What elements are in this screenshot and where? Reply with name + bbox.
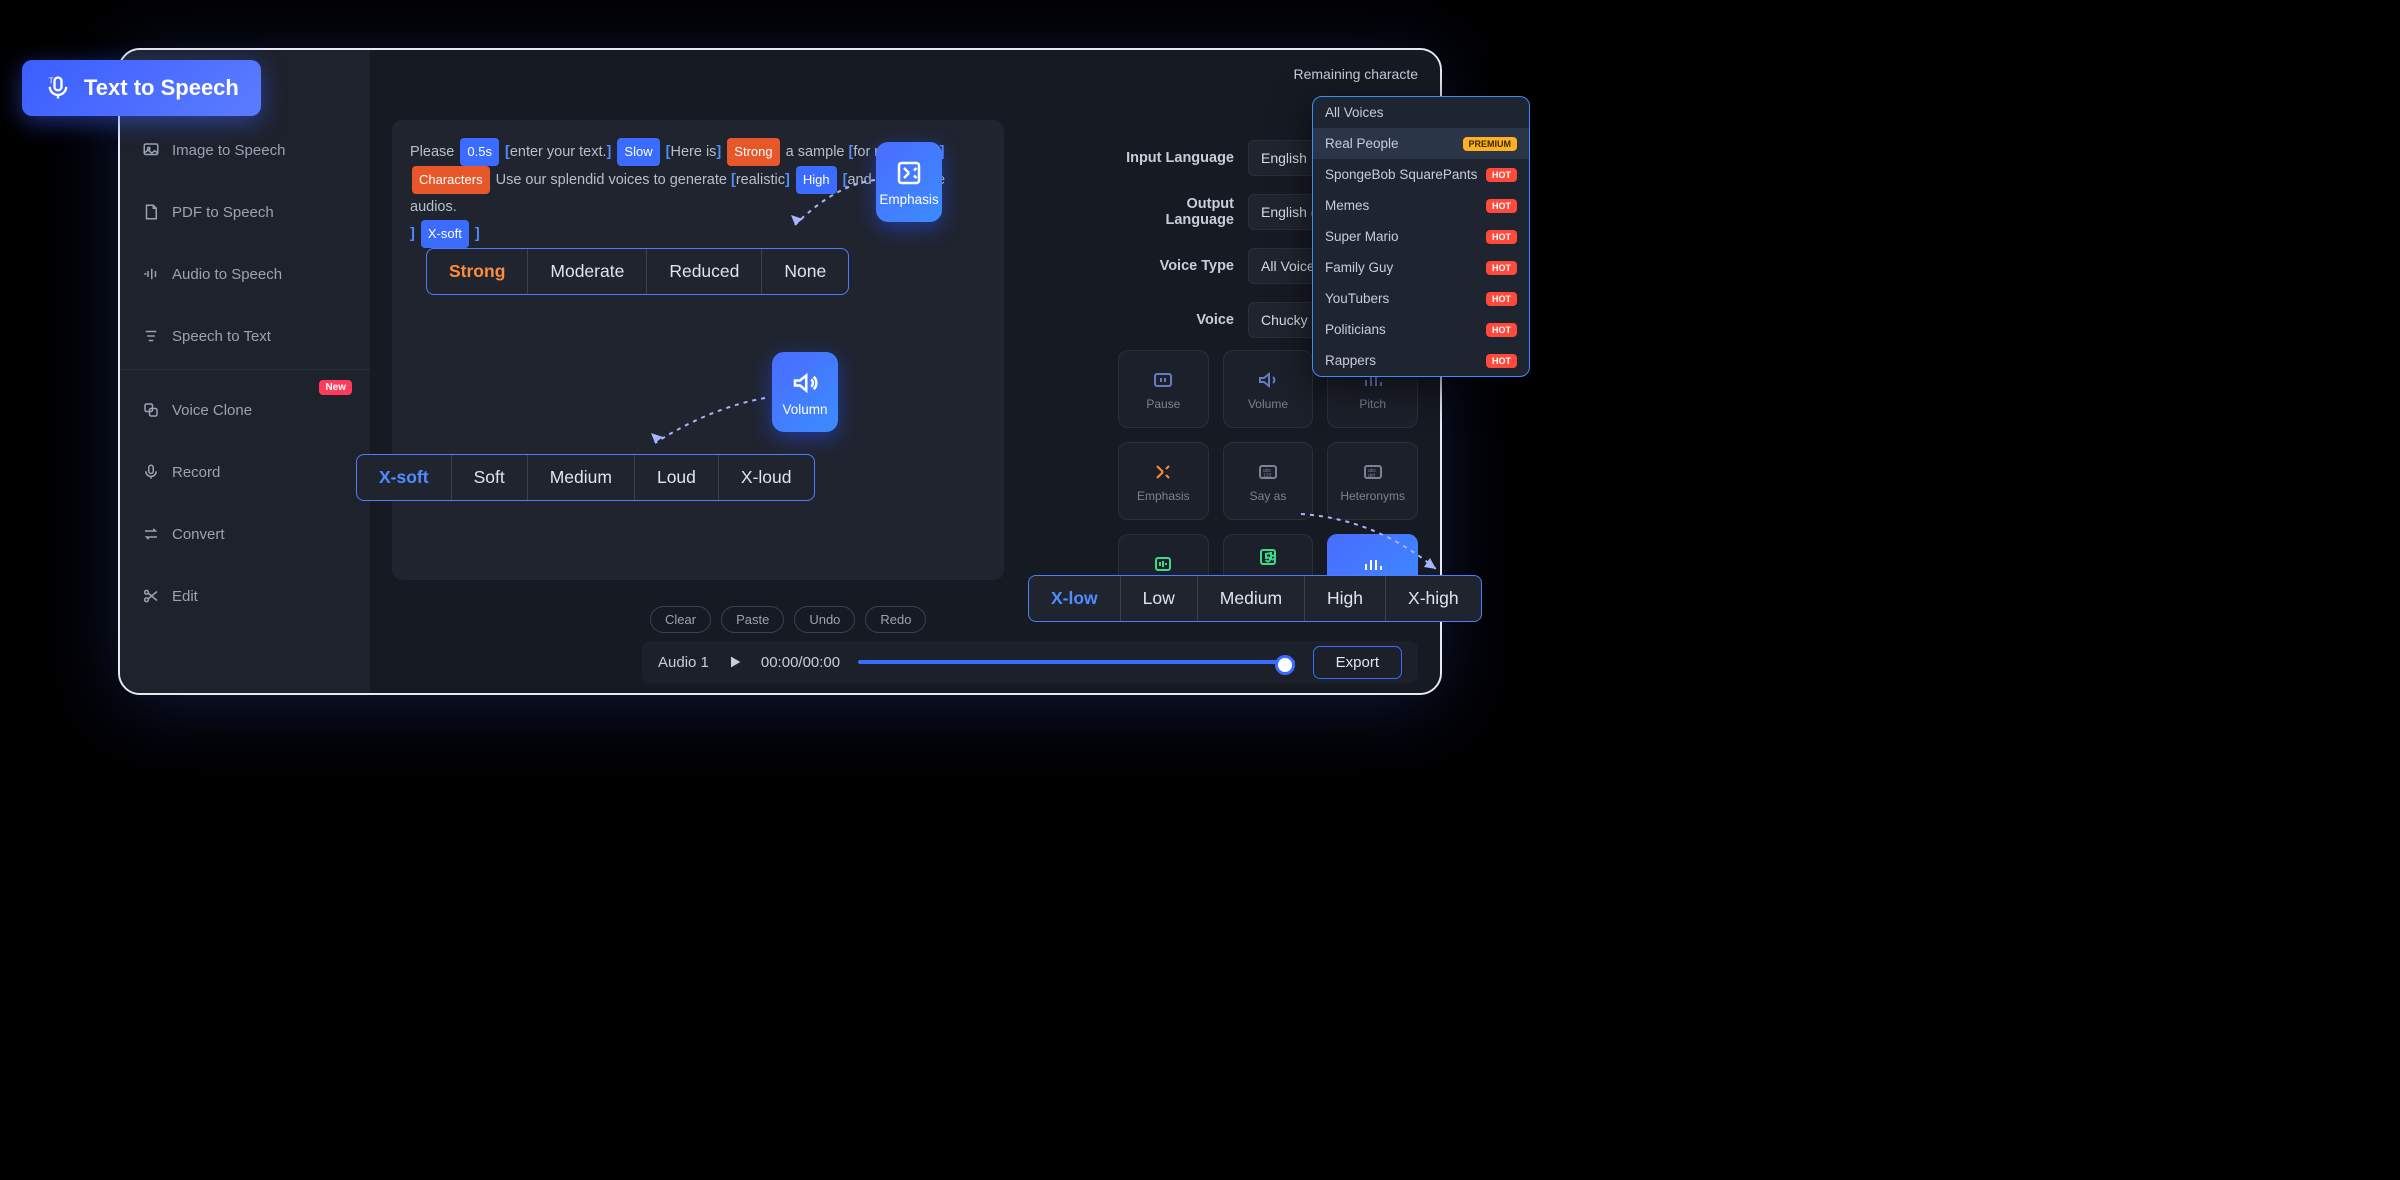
image-icon: [142, 141, 160, 159]
audio-time: 00:00/00:00: [761, 654, 840, 671]
svg-text:def: def: [1368, 473, 1376, 479]
sidebar-item-label: Record: [172, 464, 220, 481]
stt-icon: [142, 327, 160, 345]
emphasis-pill[interactable]: Strong: [727, 138, 779, 166]
convert-icon: [142, 525, 160, 543]
sidebar-item-label: Speech to Text: [172, 328, 271, 345]
opt-xsoft[interactable]: X-soft: [357, 455, 452, 500]
sidebar-item-record[interactable]: Record: [120, 450, 370, 494]
sidebar-item-convert[interactable]: Convert: [120, 512, 370, 556]
voice-label: Voice: [1118, 312, 1248, 328]
editor-tools: Clear Paste Undo Redo: [650, 606, 926, 633]
pitch-options: X-low Low Medium High X-high: [1028, 575, 1482, 622]
emphasis-callout: Emphasis: [876, 142, 942, 222]
tile-heteronyms[interactable]: abcdefHeteronyms: [1327, 442, 1418, 520]
pause-pill[interactable]: 0.5s: [460, 138, 499, 166]
opt-moderate[interactable]: Moderate: [528, 249, 647, 294]
dd-youtubers[interactable]: YouTubersHOT: [1313, 283, 1529, 314]
opt-reduced[interactable]: Reduced: [647, 249, 762, 294]
play-icon[interactable]: [727, 654, 743, 670]
sidebar-item-voice-clone[interactable]: Voice Clone New: [120, 388, 370, 432]
sidebar-item-label: PDF to Speech: [172, 204, 274, 221]
voice-type-label: Voice Type: [1118, 258, 1248, 274]
sidebar-item-label: Voice Clone: [172, 402, 252, 419]
pdf-icon: [142, 203, 160, 221]
sidebar-item-edit[interactable]: Edit: [120, 574, 370, 618]
sidebar: Image to Speech PDF to Speech Audio to S…: [120, 50, 370, 693]
opt-none[interactable]: None: [762, 249, 848, 294]
emphasis-options: Strong Moderate Reduced None: [426, 248, 849, 295]
effect-tiles: Pause Volume Pitch Emphasis abc123Say as…: [1118, 350, 1418, 612]
opt-high[interactable]: High: [1305, 576, 1386, 621]
sidebar-item-label: Edit: [172, 588, 198, 605]
dd-family-guy[interactable]: Family GuyHOT: [1313, 252, 1529, 283]
clone-icon: [142, 401, 160, 419]
speed-pill[interactable]: Slow: [617, 138, 659, 166]
tile-say-as[interactable]: abc123Say as: [1223, 442, 1314, 520]
tts-banner: T Text to Speech: [22, 60, 261, 116]
svg-text:123: 123: [1263, 473, 1272, 479]
undo-button[interactable]: Undo: [794, 606, 855, 633]
volume-pill[interactable]: X-soft: [421, 220, 469, 248]
opt-low[interactable]: Low: [1121, 576, 1198, 621]
opt-strong[interactable]: Strong: [427, 249, 528, 294]
volume-options: X-soft Soft Medium Loud X-loud: [356, 454, 815, 501]
seek-slider[interactable]: [858, 660, 1295, 664]
volume-callout: Volumn: [772, 352, 838, 432]
record-icon: [142, 463, 160, 481]
opt-medium-pitch[interactable]: Medium: [1198, 576, 1305, 621]
dd-memes[interactable]: MemesHOT: [1313, 190, 1529, 221]
dd-politicians[interactable]: PoliticiansHOT: [1313, 314, 1529, 345]
mic-icon: T: [44, 74, 72, 102]
sidebar-item-label: Image to Speech: [172, 142, 285, 159]
sidebar-item-label: Convert: [172, 526, 225, 543]
audio-player: Audio 1 00:00/00:00 Export: [642, 641, 1418, 683]
emphasis-icon: [894, 158, 924, 188]
input-language-label: Input Language: [1118, 150, 1248, 166]
opt-xhigh[interactable]: X-high: [1386, 576, 1481, 621]
characters-pill[interactable]: Characters: [412, 166, 490, 194]
new-badge: New: [319, 380, 352, 395]
svg-text:T: T: [49, 76, 54, 85]
export-button[interactable]: Export: [1313, 646, 1402, 679]
opt-loud[interactable]: Loud: [635, 455, 719, 500]
sidebar-item-image-to-speech[interactable]: Image to Speech: [120, 128, 370, 172]
audio-name: Audio 1: [658, 654, 709, 671]
tile-volume[interactable]: Volume: [1223, 350, 1314, 428]
redo-button[interactable]: Redo: [865, 606, 926, 633]
sidebar-item-speech-to-text[interactable]: Speech to Text: [120, 314, 370, 370]
cut-icon: [142, 587, 160, 605]
opt-xloud[interactable]: X-loud: [719, 455, 814, 500]
opt-medium[interactable]: Medium: [528, 455, 635, 500]
banner-title: Text to Speech: [84, 75, 239, 101]
tile-pause[interactable]: Pause: [1118, 350, 1209, 428]
sidebar-item-audio-to-speech[interactable]: Audio to Speech: [120, 252, 370, 296]
paste-button[interactable]: Paste: [721, 606, 784, 633]
sidebar-item-pdf-to-speech[interactable]: PDF to Speech: [120, 190, 370, 234]
opt-xlow[interactable]: X-low: [1029, 576, 1121, 621]
clear-button[interactable]: Clear: [650, 606, 711, 633]
output-language-label: Output Language: [1118, 196, 1248, 228]
dd-rappers[interactable]: RappersHOT: [1313, 345, 1529, 376]
dd-super-mario[interactable]: Super MarioHOT: [1313, 221, 1529, 252]
volume-icon: [790, 368, 820, 398]
tile-emphasis[interactable]: Emphasis: [1118, 442, 1209, 520]
audio-icon: [142, 265, 160, 283]
sidebar-item-label: Audio to Speech: [172, 266, 282, 283]
voice-type-dropdown: All Voices Real PeoplePREMIUM SpongeBob …: [1312, 96, 1530, 377]
dd-real-people[interactable]: Real PeoplePREMIUM: [1313, 128, 1529, 159]
dd-all-voices[interactable]: All Voices: [1313, 97, 1529, 128]
dd-spongebob[interactable]: SpongeBob SquarePantsHOT: [1313, 159, 1529, 190]
remaining-characters: Remaining characte: [1293, 50, 1440, 82]
opt-soft[interactable]: Soft: [452, 455, 528, 500]
pitch-pill[interactable]: High: [796, 166, 837, 194]
